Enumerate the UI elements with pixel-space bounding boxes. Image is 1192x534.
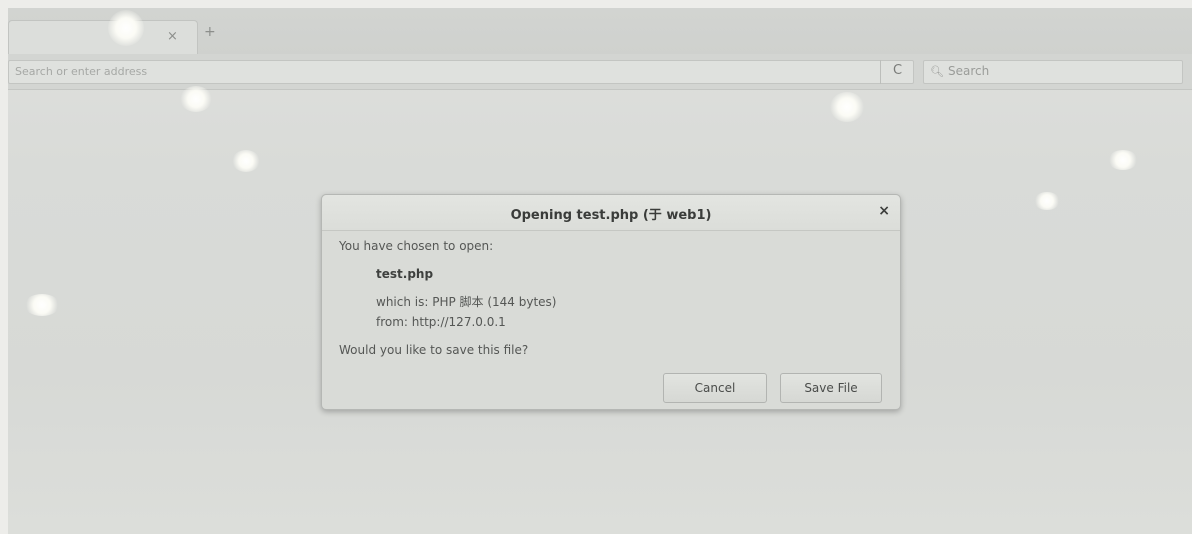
save-file-dialog: Opening test.php (于 web1) × You have cho… xyxy=(321,194,901,410)
screen-glare xyxy=(232,150,260,172)
close-icon[interactable]: × xyxy=(878,203,890,219)
search-icon: 🔍︎ xyxy=(930,65,944,78)
screen-glare xyxy=(24,294,60,316)
dialog-question: Would you like to save this file? xyxy=(339,343,529,357)
dialog-header: Opening test.php (于 web1) × xyxy=(322,195,900,231)
file-source: from: http://127.0.0.1 xyxy=(376,315,506,329)
address-bar[interactable]: Search or enter address xyxy=(8,60,914,84)
search-placeholder: Search xyxy=(947,64,990,78)
address-placeholder: Search or enter address xyxy=(15,65,148,78)
screen-glare xyxy=(180,86,212,112)
browser-tab[interactable]: × xyxy=(8,20,198,54)
screen-glare xyxy=(1108,150,1138,170)
tab-bar: × + xyxy=(8,8,1192,56)
new-tab-icon[interactable]: + xyxy=(204,24,216,40)
save-file-button[interactable]: Save File xyxy=(780,373,882,403)
reload-icon[interactable]: C xyxy=(880,60,914,84)
screen: × + Search or enter address C 🔍︎ Search O… xyxy=(8,8,1192,534)
screen-glare xyxy=(830,92,864,122)
dialog-title: Opening test.php (于 web1) xyxy=(510,208,712,223)
tab-close-icon[interactable]: × xyxy=(167,29,178,44)
navigation-bar: Search or enter address C 🔍︎ Search xyxy=(8,54,1192,90)
file-name: test.php xyxy=(376,267,434,281)
screen-glare xyxy=(108,10,144,46)
file-type: which is: PHP 脚本 (144 bytes) xyxy=(376,295,557,309)
dialog-intro: You have chosen to open: xyxy=(339,239,494,253)
screen-glare xyxy=(1034,192,1060,210)
cancel-button[interactable]: Cancel xyxy=(663,373,767,403)
search-input[interactable]: 🔍︎ Search xyxy=(923,60,1183,84)
